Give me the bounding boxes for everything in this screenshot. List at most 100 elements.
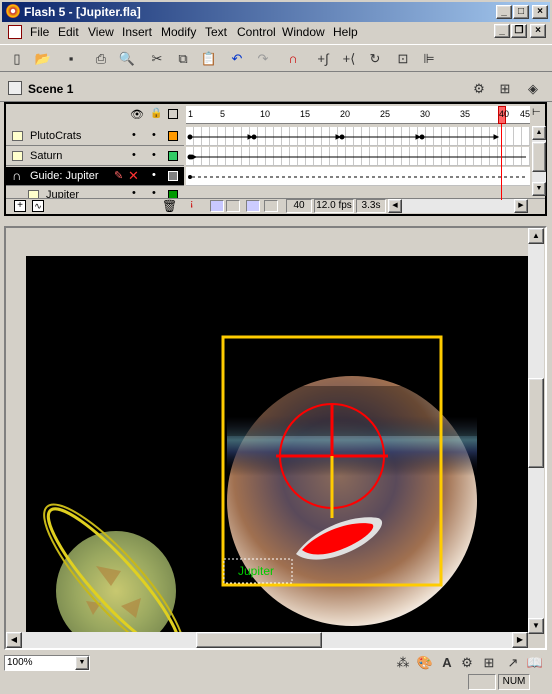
elapsed-field[interactable]: 3.3s xyxy=(356,199,386,213)
edit-symbol-icon[interactable]: ⊞ xyxy=(496,80,514,98)
eye-icon[interactable]: 👁 xyxy=(130,108,144,121)
stage-artwork xyxy=(43,335,477,632)
open-folder-icon[interactable]: 📂 xyxy=(34,50,52,68)
fps-field[interactable]: 12.0 fps xyxy=(314,199,354,213)
doc-restore-icon[interactable]: ❐ xyxy=(511,24,527,38)
new-file-icon[interactable]: ▯ xyxy=(8,50,26,68)
scale-icon[interactable]: ⊡ xyxy=(394,50,412,68)
menu-edit[interactable]: Edit xyxy=(58,25,79,39)
instance-icon[interactable]: ⚙ xyxy=(458,654,476,672)
timeline-menu-icon[interactable]: ⊢ xyxy=(532,107,541,118)
paste-icon[interactable]: 📋 xyxy=(200,50,218,68)
scroll-thumb[interactable] xyxy=(528,378,544,468)
onion-markers-icon[interactable] xyxy=(264,200,278,212)
menu-window[interactable]: Window xyxy=(282,25,325,39)
frame-ruler[interactable]: 1 5 10 15 20 25 30 35 40 45 xyxy=(186,106,530,124)
onion-outline-icon[interactable] xyxy=(226,200,240,212)
layer-row-selected[interactable]: ∩ Guide: Jupiter ✎ ✕ • xyxy=(6,167,184,186)
library-icon[interactable]: 📖 xyxy=(526,654,544,672)
lock-icon[interactable]: 🔒 xyxy=(150,108,162,119)
edit-multiple-icon[interactable] xyxy=(246,200,260,212)
main-toolbar: ▯ 📂 ▪ ⎙ 🔍 ✂ ⧉ 📋 ↶ ↷ ∩ +∫ +⟨ ↻ ⊡ ⊫ xyxy=(0,44,552,72)
stage-vscroll[interactable]: ▲ ▼ xyxy=(528,228,544,634)
scroll-down-icon[interactable]: ▼ xyxy=(532,182,546,196)
ruler-tick: 40 xyxy=(499,109,510,119)
mixer-icon[interactable]: 🎨 xyxy=(416,654,434,672)
minimize-icon[interactable]: _ xyxy=(496,5,512,19)
layer-row[interactable]: PlutoCrats • • xyxy=(6,127,184,146)
menu-modify[interactable]: Modify xyxy=(161,25,196,39)
layer-frames[interactable] xyxy=(186,147,530,166)
menu-control[interactable]: Control xyxy=(237,25,276,39)
add-guide-icon[interactable]: ∿ xyxy=(32,200,44,212)
visibility-dot[interactable]: • xyxy=(132,149,136,161)
close-icon[interactable]: × xyxy=(532,5,548,19)
hidden-x-icon[interactable]: ✕ xyxy=(128,168,139,184)
smooth-icon[interactable]: +∫ xyxy=(314,50,332,68)
layer-frames[interactable] xyxy=(186,167,530,186)
scroll-thumb[interactable] xyxy=(532,142,546,172)
character-icon[interactable]: A xyxy=(438,654,456,672)
status-field xyxy=(468,674,496,690)
jupiter-label: Jupiter xyxy=(238,564,275,578)
info-panel-icon[interactable]: ⁂ xyxy=(394,654,412,672)
layer-color-swatch[interactable] xyxy=(168,171,178,181)
print-icon[interactable]: ⎙ xyxy=(92,50,110,68)
rotate-icon[interactable]: ↻ xyxy=(366,50,384,68)
num-lock-indicator: NUM xyxy=(498,674,530,690)
layer-color-swatch[interactable] xyxy=(168,131,178,141)
scroll-thumb[interactable] xyxy=(196,632,322,648)
stage-hscroll[interactable]: ◀ ▶ xyxy=(6,632,528,648)
scroll-left-icon[interactable]: ◀ xyxy=(388,199,402,213)
doc-close-icon[interactable]: × xyxy=(530,24,546,38)
menu-help[interactable]: Help xyxy=(333,25,358,39)
align-icon[interactable]: ⊫ xyxy=(420,50,438,68)
layer-color-swatch[interactable] xyxy=(168,151,178,161)
edit-scene-icon[interactable]: ⚙ xyxy=(470,80,488,98)
maximize-icon[interactable]: □ xyxy=(513,5,529,19)
ruler-tick: 45 xyxy=(520,109,531,119)
menu-view[interactable]: View xyxy=(88,25,114,39)
center-frame-icon[interactable]: ꜟ xyxy=(190,199,193,213)
movie-explorer-icon[interactable]: ⊞ xyxy=(480,654,498,672)
lock-dot[interactable]: • xyxy=(152,169,156,181)
scroll-down-icon[interactable]: ▼ xyxy=(528,618,544,634)
snap-magnet-icon[interactable]: ∩ xyxy=(284,50,302,68)
lock-dot[interactable]: • xyxy=(152,149,156,161)
scroll-up-icon[interactable]: ▲ xyxy=(532,126,546,140)
cut-icon[interactable]: ✂ xyxy=(148,50,166,68)
scroll-right-icon[interactable]: ▶ xyxy=(512,632,528,648)
menu-insert[interactable]: Insert xyxy=(122,25,152,39)
doc-minimize-icon[interactable]: _ xyxy=(494,24,510,38)
copy-icon[interactable]: ⧉ xyxy=(174,50,192,68)
current-frame-field[interactable]: 40 xyxy=(286,199,312,213)
save-icon[interactable]: ▪ xyxy=(62,50,80,68)
scroll-left-icon[interactable]: ◀ xyxy=(6,632,22,648)
layer-frames[interactable] xyxy=(186,127,530,146)
onion-skin-icon[interactable] xyxy=(210,200,224,212)
timeline-vscroll[interactable]: ▲ ▼ xyxy=(532,126,546,196)
menu-text[interactable]: Text xyxy=(205,25,227,39)
lock-dot[interactable]: • xyxy=(152,129,156,141)
actions-icon[interactable]: ↗ xyxy=(504,654,522,672)
straighten-icon[interactable]: +⟨ xyxy=(340,50,358,68)
scene-label[interactable]: Scene 1 xyxy=(28,82,73,96)
print-preview-icon[interactable]: 🔍 xyxy=(118,50,136,68)
ruler-tick: 25 xyxy=(380,109,391,119)
scroll-up-icon[interactable]: ▲ xyxy=(528,228,544,244)
timeline-hscroll-track[interactable] xyxy=(402,199,514,213)
redo-icon[interactable]: ↷ xyxy=(254,50,272,68)
layer-row[interactable]: Saturn • • xyxy=(6,147,184,166)
layer-name: Saturn xyxy=(30,150,63,162)
zoom-select[interactable]: 100% ▼ xyxy=(4,655,90,671)
outline-icon[interactable] xyxy=(168,109,178,119)
visibility-dot[interactable]: • xyxy=(132,129,136,141)
zoom-control-icon[interactable]: ◈ xyxy=(524,80,542,98)
undo-icon[interactable]: ↶ xyxy=(228,50,246,68)
scroll-right-icon[interactable]: ▶ xyxy=(514,199,528,213)
chevron-down-icon[interactable]: ▼ xyxy=(75,656,89,670)
add-layer-icon[interactable]: + xyxy=(14,200,26,212)
menu-file[interactable]: File xyxy=(30,25,49,39)
delete-layer-icon[interactable]: 🗑 xyxy=(162,199,177,213)
stage-canvas[interactable]: Jupiter xyxy=(26,256,528,632)
